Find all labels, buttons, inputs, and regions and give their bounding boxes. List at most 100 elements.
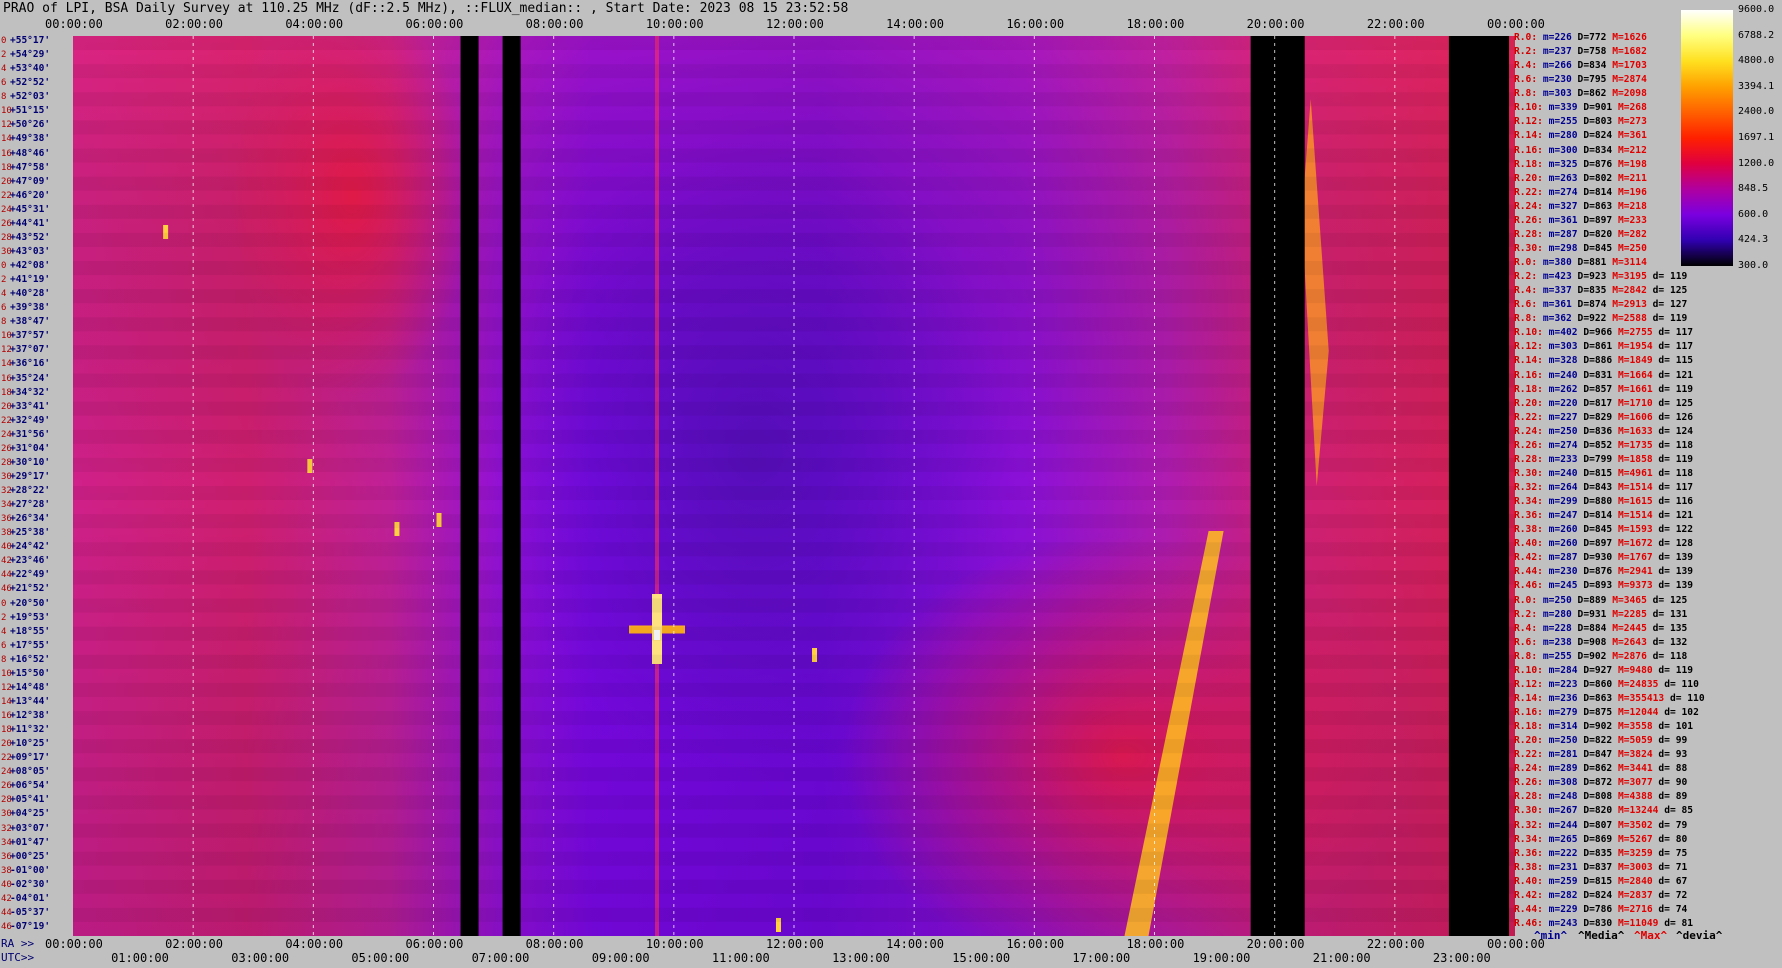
stat-median: D=860	[1583, 678, 1618, 690]
stat-max: M=3502	[1617, 819, 1659, 831]
stat-row: R.24: m=327 D=863 M=218	[1514, 201, 1653, 212]
stat-row: R.24: m=289 D=862 M=3441 d= 88	[1514, 763, 1693, 774]
stat-median: D=876	[1583, 158, 1618, 170]
stat-row: R.20: m=263 D=802 M=211	[1514, 173, 1653, 184]
legend-min: ^min^	[1534, 929, 1568, 942]
declination-label: +06°54'	[10, 780, 51, 792]
stat-min: m=303	[1542, 88, 1578, 100]
row-index: 24	[1, 429, 12, 440]
stat-deviation: d= 101	[1658, 721, 1699, 733]
stat-row: R.46: m=243 D=830 M=11049 d= 81	[1514, 918, 1699, 929]
utc-top-tick: 22:00:00	[1366, 17, 1425, 31]
stat-deviation: d= 127	[1652, 299, 1694, 311]
stat-min: m=248	[1548, 791, 1584, 803]
colorbar-tick: 1697.1	[1738, 132, 1775, 143]
stat-median: D=897	[1583, 214, 1618, 226]
stat-deviation: d= 122	[1658, 524, 1699, 536]
stat-max: M=1703	[1612, 60, 1653, 72]
stat-min: m=265	[1548, 833, 1584, 845]
stat-median: D=817	[1583, 397, 1618, 409]
stat-row: R.14: m=236 D=863 M=355413 d= 110	[1514, 693, 1710, 704]
row-index: 44	[1, 907, 12, 918]
stat-min: m=282	[1548, 889, 1584, 901]
stat-receiver: R.4:	[1514, 60, 1543, 72]
row-index: 0	[1, 36, 7, 46]
stat-receiver: R.30:	[1514, 467, 1549, 479]
row-index: 8	[1, 654, 7, 665]
stat-row: R.32: m=264 D=843 M=1514 d= 117	[1514, 482, 1699, 493]
row-index: 36	[1, 514, 12, 525]
legend-max: ^Max^	[1634, 929, 1668, 942]
stat-max: M=2098	[1612, 88, 1653, 100]
stat-row: R.12: m=255 D=803 M=273	[1514, 116, 1653, 127]
stat-median: D=881	[1577, 257, 1613, 268]
stat-row: R.8: m=255 D=902 M=2876 d= 118	[1514, 651, 1693, 662]
colorbar-tick: 600.0	[1738, 208, 1769, 220]
row-index: 8	[1, 92, 7, 103]
stat-max: M=2285	[1612, 608, 1653, 620]
stat-max: M=2941	[1617, 566, 1659, 578]
stat-max: M=5059	[1617, 735, 1659, 747]
stat-median: D=862	[1577, 88, 1613, 100]
declination-label: +52°03'	[10, 91, 51, 103]
declination-label: -01°00'	[10, 864, 51, 876]
stat-receiver: R.36:	[1514, 847, 1549, 859]
stat-median: D=843	[1583, 482, 1618, 493]
stat-min: m=289	[1548, 763, 1584, 775]
utc-bottom-tick: 15:00:00	[952, 951, 1011, 965]
stat-row: R.0: m=250 D=889 M=3465 d= 125	[1514, 595, 1693, 606]
row-index: 18	[1, 387, 12, 398]
stat-row: R.8: m=303 D=862 M=2098	[1514, 88, 1653, 99]
stat-min: m=226	[1542, 32, 1578, 43]
stat-median: D=837	[1583, 861, 1618, 873]
stat-row: R.6: m=361 D=874 M=2913 d= 127	[1514, 299, 1693, 310]
row-index: 14	[1, 359, 12, 370]
utc-top-tick: 12:00:00	[766, 17, 824, 31]
stat-median: D=852	[1583, 439, 1618, 451]
stat-median: D=814	[1583, 186, 1618, 198]
row-index: 30	[1, 471, 12, 482]
stat-deviation: d= 80	[1658, 833, 1694, 845]
stat-min: m=280	[1548, 130, 1584, 142]
stat-row: R.10: m=284 D=927 M=9480 d= 119	[1514, 665, 1699, 676]
declination-label: -07°19'	[10, 920, 51, 932]
declination-label: +03°07'	[10, 822, 51, 834]
stat-receiver: R.4:	[1514, 285, 1543, 297]
stat-row: R.36: m=247 D=814 M=1514 d= 121	[1514, 510, 1699, 521]
stat-deviation: d= 72	[1658, 889, 1694, 901]
stat-min: m=229	[1548, 903, 1584, 915]
stat-max: M=1954	[1617, 341, 1659, 353]
stat-receiver: R.16:	[1514, 144, 1549, 156]
stat-median: D=786	[1583, 903, 1618, 915]
colorbar-tick: 424.3	[1738, 234, 1769, 246]
ra-bottom-tick: 00:00:00	[45, 937, 103, 951]
declination-label: +30°10'	[10, 456, 51, 468]
row-index: 12	[1, 682, 12, 693]
stat-receiver: R.22:	[1514, 749, 1549, 761]
stat-min: m=243	[1548, 917, 1584, 929]
stat-row: R.22: m=281 D=847 M=3824 d= 93	[1514, 749, 1693, 760]
stat-median: D=902	[1583, 721, 1618, 733]
stat-median: D=834	[1583, 144, 1618, 156]
stat-receiver: R.42:	[1514, 552, 1549, 564]
stat-deviation: d= 139	[1658, 552, 1699, 564]
stat-receiver: R.12:	[1514, 678, 1549, 690]
declination-label: +08°05'	[10, 766, 51, 778]
stat-row: R.16: m=300 D=834 M=212	[1514, 145, 1653, 156]
stat-row: R.2: m=280 D=931 M=2285 d= 131	[1514, 609, 1693, 620]
row-index: 18	[1, 725, 12, 736]
stat-median: D=758	[1577, 46, 1613, 58]
stat-min: m=299	[1548, 496, 1584, 508]
stat-receiver: R.28:	[1514, 228, 1549, 240]
declination-label: +41°19'	[10, 274, 51, 286]
stat-min: m=250	[1548, 425, 1584, 437]
row-index: 2	[1, 50, 7, 61]
row-index: 2	[1, 612, 7, 623]
stat-median: D=908	[1577, 636, 1613, 648]
stat-deviation: d= 75	[1658, 847, 1694, 859]
stat-max: M=233	[1617, 214, 1653, 226]
stat-row: R.40: m=260 D=897 M=1672 d= 128	[1514, 538, 1699, 549]
stat-min: m=298	[1548, 242, 1584, 254]
stat-min: m=287	[1548, 552, 1584, 564]
row-index: 26	[1, 218, 12, 229]
